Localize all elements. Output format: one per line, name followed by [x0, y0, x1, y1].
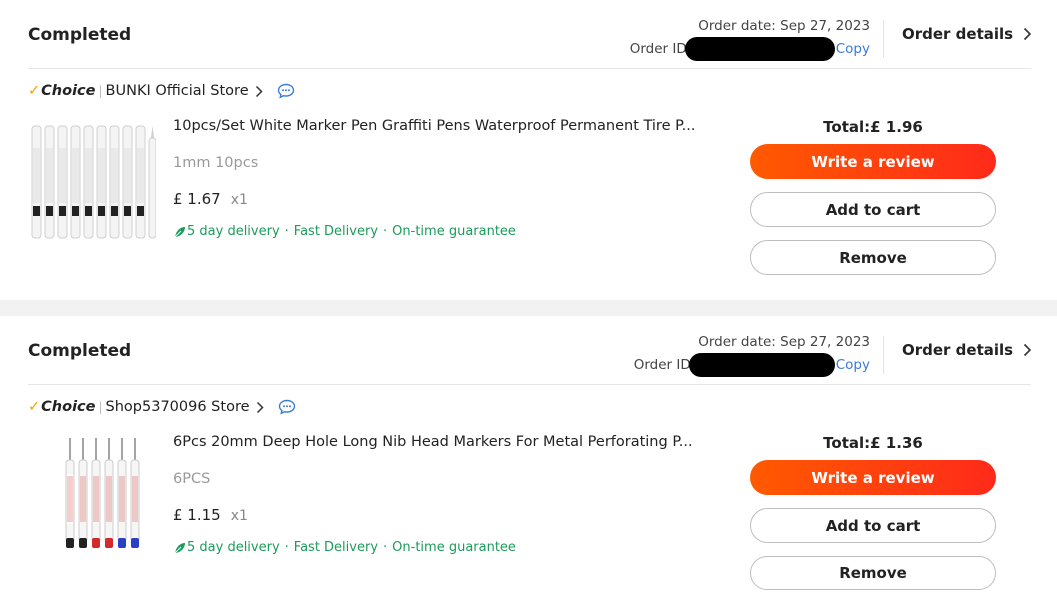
chevron-right-icon[interactable] [256, 401, 264, 414]
store-name-link[interactable]: Shop5370096 Store [106, 399, 250, 415]
write-review-button[interactable]: Write a review [750, 460, 996, 495]
add-to-cart-button[interactable]: Add to cart [750, 192, 996, 227]
order-meta: Order date: Sep 27, 2023 Order ID Copy [630, 16, 870, 61]
order-id-label: Order ID [629, 40, 687, 57]
choice-badge: ✓ Choice [28, 83, 95, 99]
chat-bubble-icon[interactable] [278, 399, 296, 415]
order-date: Order date: Sep 27, 2023 [698, 18, 870, 34]
add-to-cart-button[interactable]: Add to cart [750, 508, 996, 543]
copy-order-id-link[interactable]: Copy [836, 355, 870, 376]
header-divider [883, 336, 884, 374]
order-details-label: Order details [902, 25, 1014, 43]
store-row: ✓ Choice | Shop5370096 Store [28, 399, 296, 415]
separator: | [98, 400, 103, 414]
product-price: £ 1.67 x1 [173, 190, 248, 208]
product-thumbnail[interactable] [28, 118, 157, 246]
truck-leaf-icon [174, 226, 185, 237]
on-time-guarantee: On-time guarantee [392, 540, 516, 555]
check-icon: ✓ [28, 399, 41, 415]
delivery-info: 5 day delivery · Fast Delivery · On-time… [173, 540, 516, 555]
divider [28, 384, 1031, 385]
order-details-link[interactable]: Order details [902, 25, 1032, 43]
order-total: Total:£ 1.36 [823, 434, 923, 452]
order-id-label: Order ID [633, 356, 691, 373]
delivery-days: 5 day delivery [187, 540, 280, 555]
order-id-redacted [688, 353, 835, 377]
remove-button[interactable]: Remove [750, 556, 996, 590]
product-price: £ 1.15 x1 [173, 506, 248, 524]
store-name-link[interactable]: BUNKI Official Store [106, 83, 249, 99]
on-time-guarantee: On-time guarantee [392, 224, 516, 239]
product-title-link[interactable]: 10pcs/Set White Marker Pen Graffiti Pens… [173, 118, 713, 134]
product-title-link[interactable]: 6Pcs 20mm Deep Hole Long Nib Head Marker… [173, 434, 713, 450]
quantity: x1 [230, 508, 248, 524]
order-card: Completed Order date: Sep 27, 2023 Order… [0, 316, 1057, 605]
order-meta: Order date: Sep 27, 2023 Order ID Copy [634, 332, 870, 377]
fast-delivery: Fast Delivery [293, 224, 379, 239]
quantity: x1 [230, 192, 248, 208]
truck-leaf-icon [174, 542, 185, 553]
chat-bubble-icon[interactable] [277, 83, 295, 99]
header-divider [883, 20, 884, 58]
separator: | [98, 84, 103, 98]
product-variant: 1mm 10pcs [173, 155, 259, 171]
choice-label: Choice [41, 83, 96, 99]
order-details-link[interactable]: Order details [902, 341, 1032, 359]
choice-label: Choice [41, 399, 96, 415]
product-variant: 6PCS [173, 471, 211, 487]
choice-badge: ✓ Choice [28, 399, 95, 415]
order-status: Completed [28, 341, 132, 361]
chevron-right-icon [1024, 343, 1032, 357]
check-icon: ✓ [28, 83, 41, 99]
order-card: Completed Order date: Sep 27, 2023 Order… [0, 0, 1057, 300]
order-status: Completed [28, 25, 132, 45]
copy-order-id-link[interactable]: Copy [836, 39, 870, 60]
unit-price: £ 1.15 [173, 506, 221, 524]
order-date: Order date: Sep 27, 2023 [698, 334, 870, 350]
product-thumbnail[interactable] [28, 434, 156, 562]
delivery-info: 5 day delivery · Fast Delivery · On-time… [173, 224, 516, 239]
delivery-days: 5 day delivery [187, 224, 280, 239]
write-review-button[interactable]: Write a review [750, 144, 996, 179]
divider [28, 68, 1031, 69]
chevron-right-icon[interactable] [255, 85, 263, 98]
remove-button[interactable]: Remove [750, 240, 996, 275]
fast-delivery: Fast Delivery [293, 540, 379, 555]
store-row: ✓ Choice | BUNKI Official Store [28, 83, 295, 99]
order-id-redacted [684, 37, 835, 61]
order-total: Total:£ 1.96 [823, 118, 923, 136]
chevron-right-icon [1024, 27, 1032, 41]
unit-price: £ 1.67 [173, 190, 221, 208]
order-details-label: Order details [902, 341, 1014, 359]
